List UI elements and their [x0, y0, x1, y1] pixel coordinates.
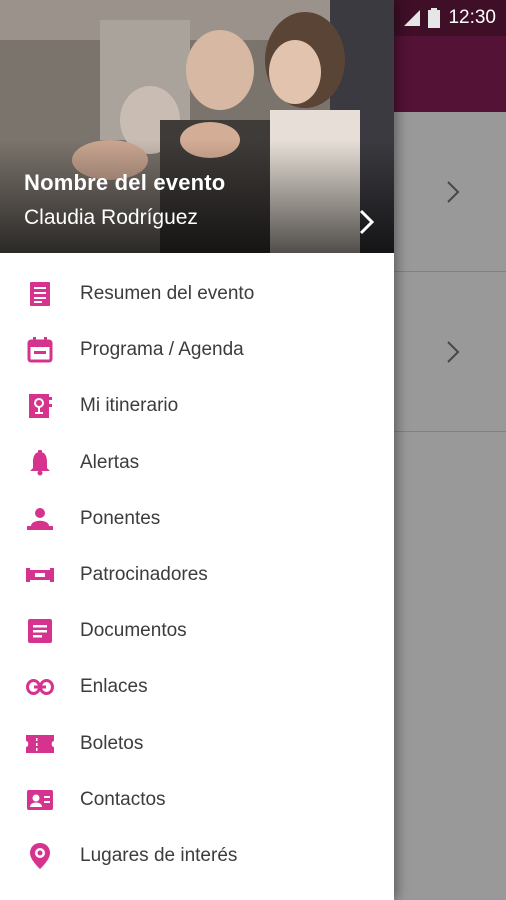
menu-item-boletos[interactable]: Boletos — [0, 716, 394, 772]
contact-card-icon — [26, 786, 54, 814]
document-icon — [26, 617, 54, 645]
menu-item-enlaces[interactable]: Enlaces — [0, 659, 394, 715]
link-icon — [26, 673, 54, 701]
menu-item-itinerario[interactable]: Mi itinerario — [0, 378, 394, 434]
menu-item-label: Lugares de interés — [80, 844, 238, 866]
battery-icon — [428, 8, 441, 28]
menu-item-lugares[interactable]: Lugares de interés — [0, 828, 394, 884]
menu-item-label: Resumen del evento — [80, 283, 255, 305]
menu-item-label: Patrocinadores — [80, 564, 208, 586]
itinerary-book-icon — [26, 392, 54, 420]
status-icons: 12:30 — [404, 6, 496, 30]
drawer-header[interactable]: Nombre del evento Claudia Rodríguez — [0, 0, 394, 253]
menu-item-label: Mi itinerario — [80, 395, 179, 417]
signal-icon — [404, 10, 421, 26]
navigation-drawer: Nombre del evento Claudia Rodríguez Resu… — [0, 0, 394, 900]
speaker-podium-icon — [26, 505, 54, 533]
menu-item-alertas[interactable]: Alertas — [0, 435, 394, 491]
menu-item-documentos[interactable]: Documentos — [0, 603, 394, 659]
status-time: 12:30 — [448, 7, 496, 28]
map-pin-icon — [26, 842, 54, 870]
event-name: Nombre del evento — [24, 170, 226, 195]
menu-item-label: Boletos — [80, 732, 144, 754]
menu-item-label: Alertas — [80, 451, 140, 473]
menu-item-programa[interactable]: Programa / Agenda — [0, 322, 394, 378]
menu-item-label: Enlaces — [80, 676, 148, 698]
menu-item-patrocinadores[interactable]: Patrocinadores — [0, 547, 394, 603]
menu-item-label: Contactos — [80, 788, 166, 810]
menu-item-resumen[interactable]: Resumen del evento — [0, 266, 394, 322]
bell-icon — [26, 449, 54, 477]
user-name: Claudia Rodríguez — [24, 206, 198, 229]
drawer-menu: Resumen del evento Programa / Agenda Mi … — [0, 266, 394, 900]
sponsor-banner-icon — [26, 561, 54, 589]
menu-item-more[interactable] — [0, 884, 394, 900]
menu-item-label: Programa / Agenda — [80, 339, 244, 361]
chevron-right-icon[interactable] — [356, 208, 378, 236]
ticket-icon — [26, 730, 54, 758]
menu-item-ponentes[interactable]: Ponentes — [0, 491, 394, 547]
menu-item-label: Ponentes — [80, 507, 161, 529]
menu-item-contactos[interactable]: Contactos — [0, 772, 394, 828]
document-list-icon — [26, 280, 54, 308]
calendar-icon — [26, 336, 54, 364]
header-gradient — [0, 140, 394, 253]
menu-item-label: Documentos — [80, 620, 187, 642]
